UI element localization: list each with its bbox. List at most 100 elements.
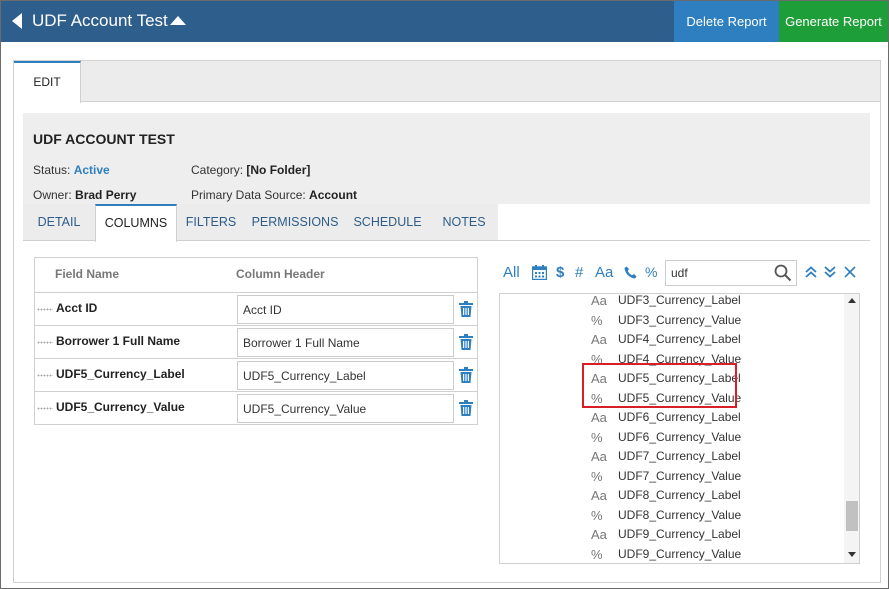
percent-type-icon: % [591,546,603,562]
expand-down-icon[interactable] [823,265,837,279]
field-item-name: UDF3_Currency_Value [618,312,742,327]
scroll-up-arrow-icon[interactable] [848,298,856,303]
list-item[interactable]: % UDF8_Currency_Value [500,505,840,525]
field-name: Borrower 1 Full Name [56,334,181,348]
field-item-name: UDF5_Currency_Label [618,371,741,385]
trash-icon[interactable] [459,400,473,416]
report-subtabs: DETAIL COLUMNS FILTERS PERMISSIONS SCHED… [23,204,870,242]
list-item[interactable]: Aa UDF6_Currency_Label [500,407,840,427]
table-row: UDF5_Currency_Value [35,391,477,424]
category-value: [No Folder] [246,163,311,177]
table-row: Acct ID [35,292,477,325]
list-item[interactable]: % UDF6_Currency_Value [500,427,840,447]
filter-text-button[interactable]: Aa [595,264,613,281]
field-item-name: UDF6_Currency_Label [618,410,741,424]
tab-detail[interactable]: DETAIL [23,204,95,240]
field-item-name: UDF4_Currency_Value [618,351,742,366]
field-item-name: UDF8_Currency_Value [618,507,742,522]
list-item[interactable]: % UDF4_Currency_Value [500,349,840,369]
owner-value: Brad Perry [75,188,137,202]
text-type-icon: Aa [591,332,607,347]
list-item[interactable]: Aa UDF5_Currency_Label [500,368,840,388]
text-type-icon: Aa [591,449,607,464]
field-item-name: UDF4_Currency_Label [618,332,741,346]
table-row: Borrower 1 Full Name [35,325,477,358]
field-item-name: UDF7_Currency_Label [618,449,741,463]
scroll-thumb[interactable] [846,501,858,531]
list-item[interactable]: % UDF3_Currency_Value [500,310,840,330]
percent-type-icon: % [591,312,603,328]
field-item-name: UDF5_Currency_Value [618,390,742,405]
field-name: UDF5_Currency_Label [56,367,185,381]
column-header-input[interactable] [237,328,454,357]
column-header-input[interactable] [237,295,454,324]
field-item-name: UDF3_Currency_Label [618,293,741,307]
list-item[interactable]: % UDF7_Currency_Value [500,466,840,486]
text-type-icon: Aa [591,527,607,542]
field-item-name: UDF7_Currency_Value [618,468,742,483]
category-label: Category: [191,163,244,177]
list-item[interactable]: Aa UDF3_Currency_Label [500,293,840,310]
status-label: Status: [33,163,71,177]
data-source-field: Primary Data Source: Account [191,188,357,202]
drag-handle-icon[interactable] [37,308,53,311]
column-header-header: Column Header [236,267,325,281]
percent-type-icon: % [591,390,603,406]
collapse-up-icon[interactable] [804,265,818,279]
report-title: UDF ACCOUNT TEST [33,131,175,147]
tab-notes[interactable]: NOTES [430,204,498,240]
phone-icon[interactable] [624,266,637,279]
trash-icon[interactable] [459,334,473,350]
calendar-icon[interactable] [532,265,547,280]
trash-icon[interactable] [459,301,473,317]
field-list-scrollbar[interactable] [844,294,859,563]
search-icon[interactable] [774,264,792,282]
generate-report-button[interactable]: Generate Report [779,1,888,42]
tab-columns[interactable]: COLUMNS [95,204,177,242]
scroll-down-arrow-icon[interactable] [848,552,856,557]
tab-filters[interactable]: FILTERS [177,204,245,240]
text-type-icon: Aa [591,293,607,308]
table-row: UDF5_Currency_Label [35,358,477,391]
edit-tabstrip: EDIT [14,61,880,103]
list-item[interactable]: Aa UDF9_Currency_Label [500,524,840,544]
filter-all-button[interactable]: All [503,264,520,281]
top-bar: UDF Account Test Delete Report Generate … [0,0,889,42]
collapse-caret-icon[interactable] [170,16,186,25]
filter-percent-button[interactable]: % [645,264,657,280]
edit-panel: EDIT UDF ACCOUNT TEST Status: Active Cat… [13,60,881,583]
trash-icon[interactable] [459,367,473,383]
text-type-icon: Aa [591,371,607,386]
drag-handle-icon[interactable] [37,341,53,344]
list-item[interactable]: Aa UDF8_Currency_Label [500,485,840,505]
tab-permissions[interactable]: PERMISSIONS [245,204,345,240]
column-header-input[interactable] [237,361,454,390]
close-icon[interactable] [843,265,857,279]
percent-type-icon: % [591,351,603,367]
list-item[interactable]: Aa UDF4_Currency_Label [500,329,840,349]
field-item-name: UDF9_Currency_Value [618,546,742,561]
field-name-header: Field Name [55,267,120,281]
list-item[interactable]: % UDF9_Currency_Value [500,544,840,564]
drag-handle-icon[interactable] [37,374,53,377]
list-item[interactable]: Aa UDF7_Currency_Label [500,446,840,466]
percent-type-icon: % [591,468,603,484]
back-arrow-icon[interactable] [12,13,22,29]
drag-handle-icon[interactable] [37,407,53,410]
filter-number-button[interactable]: # [575,264,583,281]
column-header-input[interactable] [237,394,454,423]
status-value: Active [73,163,110,177]
report-info-panel: UDF ACCOUNT TEST Status: Active Category… [23,113,870,204]
owner-label: Owner: [33,188,72,202]
tab-schedule[interactable]: SCHEDULE [345,204,430,240]
delete-report-button[interactable]: Delete Report [674,1,779,42]
list-item[interactable]: % UDF5_Currency_Value [500,388,840,408]
columns-table: Field Name Column Header Acct ID Borrowe… [34,257,478,425]
field-item-name: UDF6_Currency_Value [618,429,742,444]
filter-currency-button[interactable]: $ [556,264,564,281]
tab-edit[interactable]: EDIT [14,61,81,103]
field-item-name: UDF8_Currency_Label [618,488,741,502]
data-source-value: Account [309,188,358,202]
percent-type-icon: % [591,507,603,523]
field-item-name: UDF9_Currency_Label [618,527,741,541]
